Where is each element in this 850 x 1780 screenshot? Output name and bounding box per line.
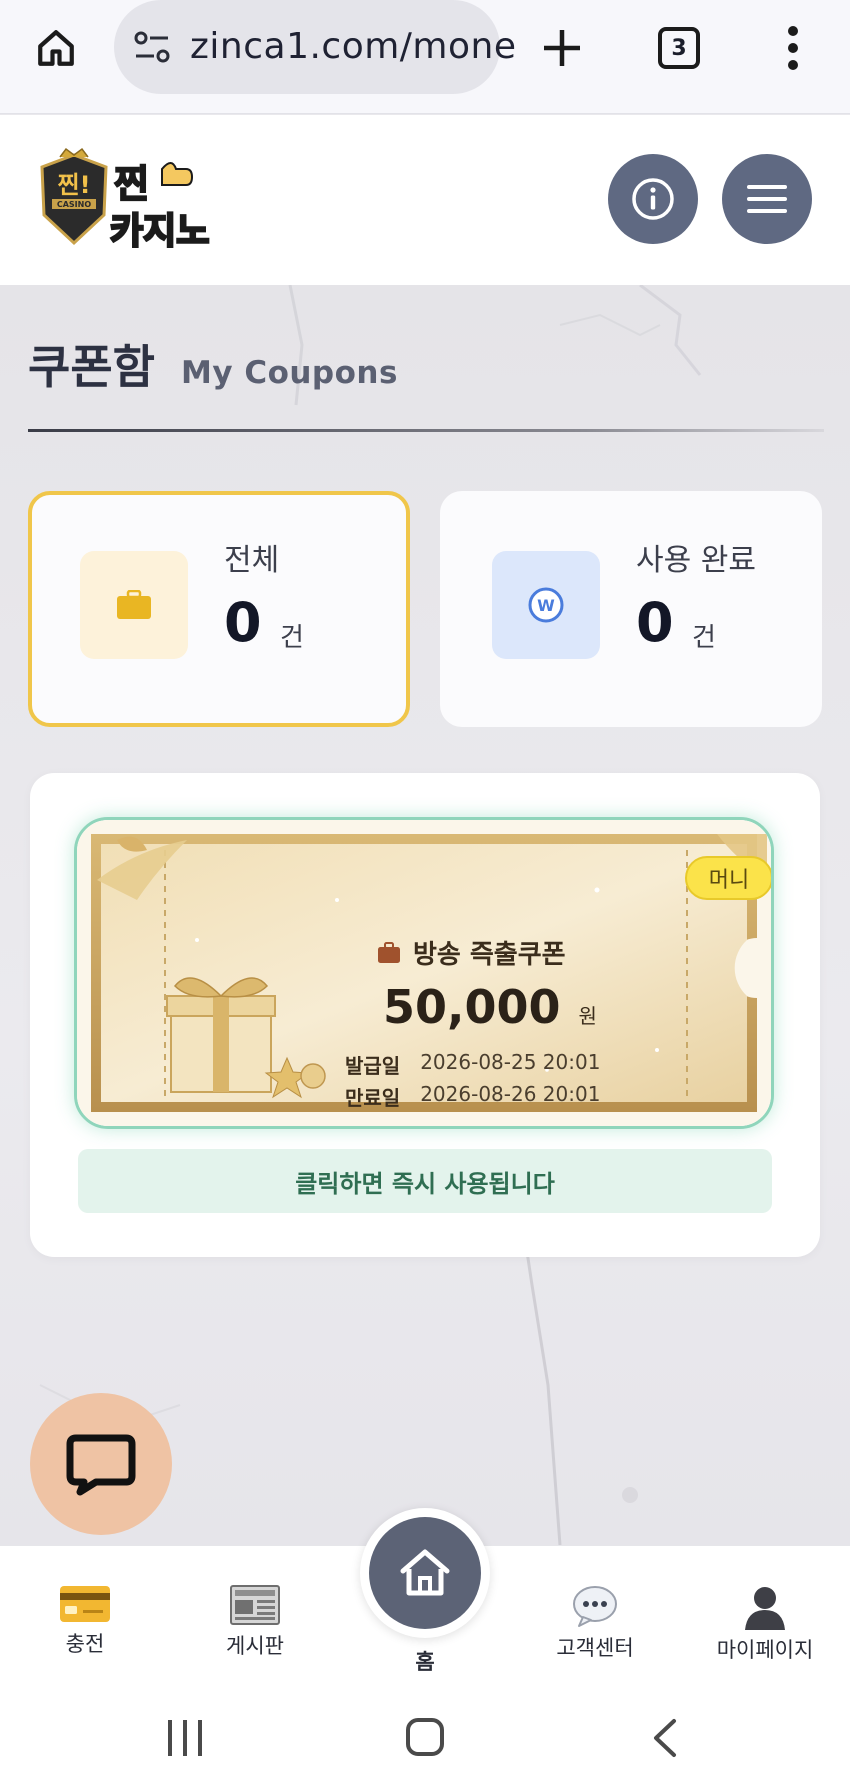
hamburger-icon: [747, 185, 787, 213]
svg-text:찐!: 찐!: [57, 171, 90, 199]
briefcase-icon: [117, 590, 151, 619]
chat-button[interactable]: [30, 1393, 172, 1535]
info-button[interactable]: [608, 154, 698, 244]
stat-total-value: 0: [224, 591, 262, 654]
briefcase-icon: [378, 941, 400, 963]
stat-total-unit: 건: [280, 623, 304, 653]
casino-logo[interactable]: 찐! CASINO 찐 카지노: [34, 147, 234, 255]
home-icon: [400, 1549, 450, 1596]
expires-label: 만료일: [345, 1086, 401, 1110]
nav-label-mypage: 마이페이지: [716, 1638, 814, 1662]
newspaper-icon: [230, 1585, 280, 1625]
svg-text:카지노: 카지노: [110, 211, 209, 252]
bottom-navigation: 충전 게시판 홈 고객센터 마이페이지: [0, 1508, 850, 1680]
issued-date: 2026-08-25 20:01: [420, 1050, 601, 1074]
coupon-amount-row: 50,000 원: [383, 980, 597, 1034]
browser-toolbar: zinca1.com/mone 3: [0, 0, 850, 114]
coupon-ticket-artwork: [77, 820, 771, 1126]
chat-bubble-icon: [66, 1434, 136, 1496]
nav-item-board[interactable]: 게시판: [190, 1584, 320, 1660]
person-icon: [745, 1587, 785, 1630]
stat-icon-box: [80, 551, 188, 659]
page-title: 쿠폰함: [28, 340, 155, 394]
coupon-ticket[interactable]: 머니 방송 즉출쿠폰 50,000 원 발급일 2026-08-25 20:01…: [74, 817, 774, 1129]
coupon-name: 방송 즉출쿠폰: [413, 940, 566, 970]
stat-card-used[interactable]: W 사용 완료 0 건: [440, 491, 822, 727]
stat-used-unit: 건: [692, 623, 716, 653]
svg-text:찐: 찐: [114, 162, 149, 206]
speech-bubble-icon: [573, 1586, 617, 1627]
stat-card-total[interactable]: 전체 0 건: [28, 491, 410, 727]
nav-item-home[interactable]: [360, 1508, 490, 1638]
nav-label-charge: 충전: [65, 1632, 105, 1656]
browser-home-icon[interactable]: [30, 22, 82, 74]
svg-text:CASINO: CASINO: [57, 200, 91, 209]
credit-card-icon: [60, 1586, 110, 1622]
svg-text:W: W: [537, 596, 555, 615]
won-coin-icon: W: [528, 587, 564, 623]
site-settings-icon[interactable]: [132, 28, 172, 70]
nav-label-support: 고객센터: [556, 1636, 634, 1660]
expires-date: 2026-08-26 20:01: [420, 1082, 601, 1106]
menu-button[interactable]: [722, 154, 812, 244]
back-icon[interactable]: [650, 1718, 678, 1762]
site-header: 찐! CASINO 찐 카지노: [0, 115, 850, 285]
home-button-face: [369, 1517, 481, 1629]
nav-label-home: 홈: [415, 1650, 435, 1674]
coupon-amount: 50,000: [383, 980, 561, 1034]
issued-label: 발급일: [345, 1054, 401, 1078]
use-coupon-button[interactable]: 클릭하면 즉시 사용됩니다: [78, 1149, 772, 1213]
page-title-row: 쿠폰함 My Coupons: [28, 331, 398, 397]
nav-item-support[interactable]: 고객센터: [530, 1584, 660, 1662]
info-icon: [632, 178, 674, 220]
nav-label-board: 게시판: [226, 1634, 284, 1658]
system-home-icon[interactable]: [406, 1718, 444, 1756]
system-navigation-bar: [0, 1680, 850, 1780]
nav-item-mypage[interactable]: 마이페이지: [700, 1584, 830, 1664]
recent-apps-icon[interactable]: [168, 1720, 202, 1756]
coupon-panel: 머니 방송 즉출쿠폰 50,000 원 발급일 2026-08-25 20:01…: [30, 773, 820, 1257]
address-bar[interactable]: zinca1.com/mone: [114, 0, 516, 94]
coupon-type-badge: 머니: [685, 856, 771, 900]
nav-item-charge[interactable]: 충전: [20, 1584, 150, 1658]
page-subtitle: My Coupons: [180, 355, 398, 391]
coupon-currency: 원: [578, 1004, 597, 1028]
coupon-name-row: 방송 즉출쿠폰: [377, 934, 566, 971]
coupon-expires-row: 만료일 2026-08-26 20:01: [345, 1082, 600, 1111]
stat-total-label: 전체: [224, 543, 280, 578]
title-divider: [28, 429, 824, 432]
stat-icon-box: W: [492, 551, 600, 659]
coupon-issued-row: 발급일 2026-08-25 20:01: [345, 1050, 600, 1079]
more-options-icon[interactable]: [778, 22, 808, 74]
tab-switcher-button[interactable]: 3: [658, 27, 700, 69]
stat-used-label: 사용 완료: [636, 543, 756, 578]
coupons-page: 쿠폰함 My Coupons 전체 0 건 W 사용 완료 0 건 머니 방송 …: [0, 285, 850, 1545]
new-tab-icon[interactable]: [536, 22, 588, 74]
url-text[interactable]: zinca1.com/mone: [190, 26, 517, 67]
stat-used-value: 0: [636, 591, 674, 654]
